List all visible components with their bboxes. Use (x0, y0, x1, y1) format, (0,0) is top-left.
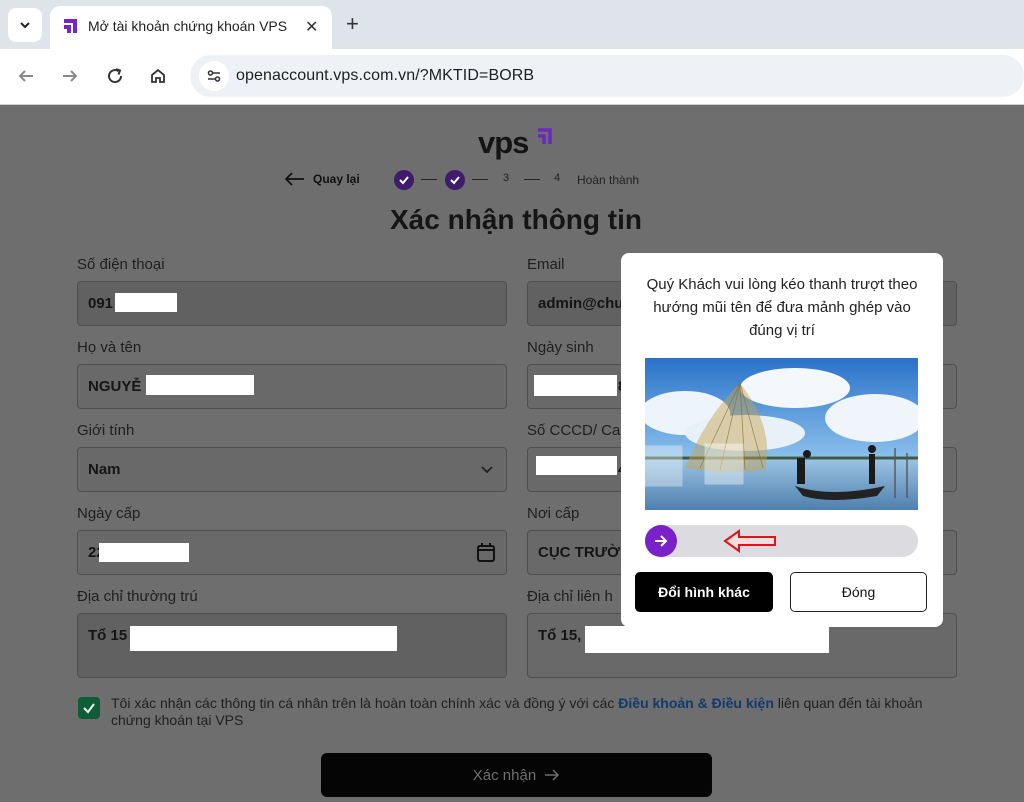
full-name-label: Họ và tên (77, 339, 142, 356)
contact-address-label: Địa chỉ liên h (527, 588, 613, 605)
phone-value: 091 (88, 295, 114, 312)
red-arrow-left-icon (723, 529, 776, 553)
confirm-button[interactable]: Xác nhận (321, 753, 712, 797)
new-tab-button[interactable]: + (346, 11, 359, 37)
step-3-number: 3 (503, 172, 510, 184)
step-1-done (394, 170, 414, 190)
contact-address-value: Tổ 15, (538, 627, 582, 644)
consent-checkbox[interactable] (78, 697, 100, 719)
full-name-field[interactable]: NGUYỄ (77, 364, 507, 409)
dob-label: Ngày sinh (527, 339, 594, 356)
arrow-left-icon (285, 172, 304, 186)
step-4-number: 4 (554, 172, 561, 184)
forward-arrow-icon[interactable] (58, 64, 82, 88)
phone-label: Số điện thoại (77, 256, 165, 273)
step-connector (472, 179, 488, 180)
step-2-done (445, 170, 465, 190)
gender-label: Giới tính (77, 422, 135, 439)
browser-tab-strip: Mở tài khoản chứng khoán VPS ✕ + (0, 0, 1024, 49)
captcha-slider-track[interactable] (645, 525, 918, 557)
redaction-box (115, 293, 177, 312)
email-value: admin@chu (538, 295, 624, 312)
url-text[interactable]: openaccount.vps.com.vn/?MKTID=BORB (236, 67, 534, 85)
permanent-address-label: Địa chỉ thường trú (77, 588, 198, 605)
arrow-right-icon (655, 535, 668, 547)
phone-field: 091 (77, 281, 507, 326)
redaction-box (130, 626, 397, 651)
vps-logo-mark-icon (538, 128, 552, 144)
back-arrow-icon[interactable] (14, 64, 38, 88)
check-icon (399, 176, 409, 185)
consent-text: Tôi xác nhận các thông tin cá nhân trên … (111, 695, 941, 729)
redaction-box (536, 456, 617, 475)
back-link[interactable]: Quay lại (285, 172, 360, 186)
email-label: Email (527, 256, 565, 273)
chevron-down-icon (20, 22, 30, 29)
browser-toolbar: openaccount.vps.com.vn/?MKTID=BORB (0, 49, 1024, 105)
arrow-right-icon (545, 769, 560, 781)
tab-search-button[interactable] (8, 8, 42, 42)
vps-favicon-icon (64, 19, 77, 33)
site-info-icon[interactable] (199, 61, 229, 91)
close-button[interactable]: Đóng (790, 572, 927, 612)
issue-place-label: Nơi cấp (527, 505, 580, 522)
permanent-address-field[interactable]: Tổ 15 (77, 613, 507, 678)
full-name-value: NGUYỄ (88, 378, 142, 395)
gender-select[interactable]: Nam (77, 447, 507, 492)
redaction-box (534, 375, 617, 396)
change-image-button[interactable]: Đổi hình khác (635, 572, 773, 612)
captcha-slider-handle[interactable] (645, 525, 677, 557)
check-icon (83, 703, 95, 714)
redaction-box (99, 543, 189, 562)
id-number-label: Số CCCD/ Ca (527, 422, 621, 439)
terms-link[interactable]: Điều khoản & Điều kiện (618, 695, 774, 711)
captcha-puzzle-image (645, 358, 918, 510)
captcha-dialog: Quý Khách vui lòng kéo thanh trượt theo … (621, 253, 943, 627)
page-title: Xác nhận thông tin (390, 204, 642, 235)
tab-close-icon[interactable]: ✕ (305, 17, 318, 37)
captcha-instruction: Quý Khách vui lòng kéo thanh trượt theo … (646, 276, 918, 339)
issue-date-label: Ngày cấp (77, 505, 141, 522)
tab-title: Mở tài khoản chứng khoán VPS (88, 18, 288, 34)
vps-logo: vps (478, 125, 529, 160)
confirm-button-label: Xác nhận (472, 766, 537, 784)
check-icon (450, 176, 460, 185)
redaction-box (585, 626, 829, 653)
consent-text-before: Tôi xác nhận các thông tin cá nhân trên … (111, 695, 619, 711)
issue-date-field[interactable]: 22 (77, 530, 507, 575)
reload-icon[interactable] (103, 64, 127, 88)
chevron-down-icon (481, 466, 493, 474)
back-label: Quay lại (313, 172, 360, 186)
calendar-icon[interactable] (476, 542, 496, 563)
gender-value: Nam (88, 461, 121, 478)
address-bar[interactable]: openaccount.vps.com.vn/?MKTID=BORB (190, 55, 1024, 97)
step-connector (421, 179, 437, 180)
home-icon[interactable] (146, 64, 170, 88)
step-4-label: Hoàn thành (577, 173, 640, 187)
redaction-box (146, 375, 254, 395)
step-connector (524, 179, 540, 180)
permanent-address-value: Tổ 15 (88, 627, 128, 644)
issue-place-value: CỤC TRƯỜ (538, 544, 620, 561)
browser-tab[interactable]: Mở tài khoản chứng khoán VPS ✕ (50, 6, 332, 49)
